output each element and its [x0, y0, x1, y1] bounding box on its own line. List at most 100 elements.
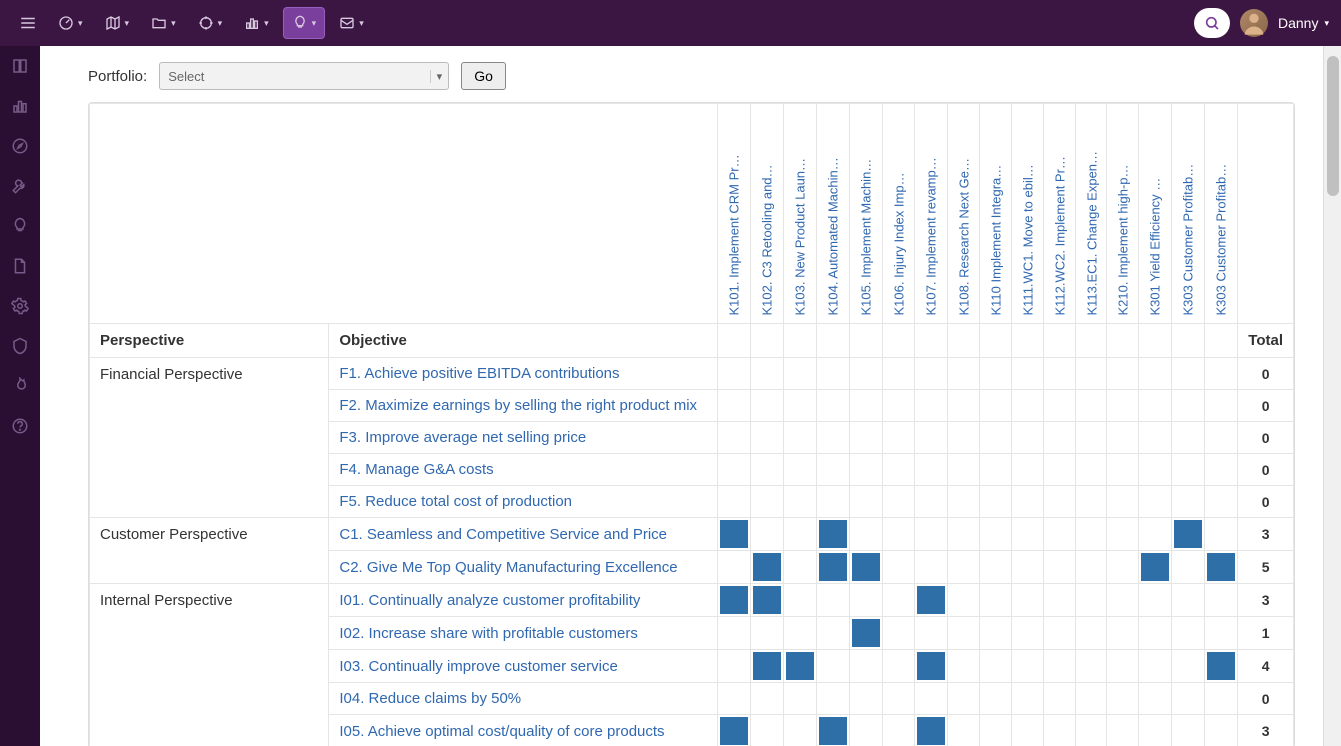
- mark-cell[interactable]: [1107, 683, 1139, 715]
- avatar[interactable]: [1240, 9, 1268, 37]
- mark-cell[interactable]: [915, 715, 948, 746]
- mark-cell[interactable]: [1075, 715, 1107, 746]
- mark-cell[interactable]: [1075, 454, 1107, 486]
- column-header[interactable]: K111.WC1. Move to ebil…: [1011, 104, 1043, 324]
- mark-cell[interactable]: [1139, 551, 1172, 584]
- mark-cell[interactable]: [751, 358, 784, 390]
- mark-cell[interactable]: [784, 617, 817, 650]
- mark-cell[interactable]: [948, 683, 980, 715]
- mark-cell[interactable]: [1107, 518, 1139, 551]
- mark-cell[interactable]: [1011, 617, 1043, 650]
- objective-link[interactable]: I05. Achieve optimal cost/quality of cor…: [339, 723, 664, 740]
- mark-cell[interactable]: [1139, 358, 1172, 390]
- mark-cell[interactable]: [1139, 454, 1172, 486]
- sidebar-gear-icon[interactable]: [0, 286, 40, 326]
- mark-cell[interactable]: [1011, 683, 1043, 715]
- mark-cell[interactable]: [751, 486, 784, 518]
- mark-cell[interactable]: [751, 584, 784, 617]
- mark-cell[interactable]: [1172, 422, 1205, 454]
- mark-cell[interactable]: [979, 683, 1011, 715]
- objective-link[interactable]: F4. Manage G&A costs: [339, 461, 493, 478]
- mark-cell[interactable]: [850, 650, 883, 683]
- mark-cell[interactable]: [1205, 715, 1238, 746]
- mark-cell[interactable]: [718, 454, 751, 486]
- mark-cell[interactable]: [850, 518, 883, 551]
- mark-cell[interactable]: [1075, 422, 1107, 454]
- mark-cell[interactable]: [1011, 584, 1043, 617]
- mark-cell[interactable]: [915, 683, 948, 715]
- mark-cell[interactable]: [1172, 715, 1205, 746]
- mark-cell[interactable]: [915, 454, 948, 486]
- mark-cell[interactable]: [784, 683, 817, 715]
- mark-cell[interactable]: [751, 422, 784, 454]
- sidebar-home-icon[interactable]: [0, 46, 40, 86]
- mark-cell[interactable]: [718, 358, 751, 390]
- mark-cell[interactable]: [718, 650, 751, 683]
- mark-cell[interactable]: [718, 617, 751, 650]
- mark-cell[interactable]: [850, 551, 883, 584]
- mark-cell[interactable]: [784, 454, 817, 486]
- mark-cell[interactable]: [1107, 715, 1139, 746]
- mark-cell[interactable]: [883, 584, 915, 617]
- mark-cell[interactable]: [784, 486, 817, 518]
- mark-cell[interactable]: [1205, 650, 1238, 683]
- nav-chart-button[interactable]: ▾: [236, 7, 277, 39]
- mark-cell[interactable]: [1043, 584, 1075, 617]
- mark-cell[interactable]: [784, 422, 817, 454]
- mark-cell[interactable]: [1107, 390, 1139, 422]
- objective-link[interactable]: C2. Give Me Top Quality Manufacturing Ex…: [339, 559, 677, 576]
- mark-cell[interactable]: [1139, 518, 1172, 551]
- column-header[interactable]: K108. Research Next Ge…: [948, 104, 980, 324]
- mark-cell[interactable]: [1139, 650, 1172, 683]
- mark-cell[interactable]: [1205, 551, 1238, 584]
- mark-cell[interactable]: [948, 422, 980, 454]
- sidebar-compass-icon[interactable]: [0, 126, 40, 166]
- objective-link[interactable]: I03. Continually improve customer servic…: [339, 658, 617, 675]
- mark-cell[interactable]: [1172, 454, 1205, 486]
- mark-cell[interactable]: [1043, 422, 1075, 454]
- objective-link[interactable]: F3. Improve average net selling price: [339, 429, 586, 446]
- mark-cell[interactable]: [718, 551, 751, 584]
- mark-cell[interactable]: [883, 454, 915, 486]
- mark-cell[interactable]: [850, 486, 883, 518]
- column-header[interactable]: K101. Implement CRM Pr…: [718, 104, 751, 324]
- mark-cell[interactable]: [784, 650, 817, 683]
- mark-cell[interactable]: [948, 584, 980, 617]
- mark-cell[interactable]: [718, 390, 751, 422]
- mark-cell[interactable]: [948, 358, 980, 390]
- sidebar-help-icon[interactable]: [0, 406, 40, 446]
- mark-cell[interactable]: [850, 715, 883, 746]
- sidebar-bulb-icon[interactable]: [0, 206, 40, 246]
- mark-cell[interactable]: [1107, 422, 1139, 454]
- mark-cell[interactable]: [1107, 551, 1139, 584]
- mark-cell[interactable]: [948, 650, 980, 683]
- mark-cell[interactable]: [1172, 551, 1205, 584]
- mark-cell[interactable]: [751, 454, 784, 486]
- mark-cell[interactable]: [1011, 358, 1043, 390]
- mark-cell[interactable]: [850, 683, 883, 715]
- mark-cell[interactable]: [883, 683, 915, 715]
- user-menu[interactable]: Danny ▾: [1278, 15, 1329, 31]
- mark-cell[interactable]: [850, 390, 883, 422]
- mark-cell[interactable]: [850, 584, 883, 617]
- mark-cell[interactable]: [1205, 683, 1238, 715]
- menu-toggle-button[interactable]: [12, 7, 44, 39]
- mark-cell[interactable]: [1011, 551, 1043, 584]
- column-header[interactable]: K107. Implement revamp…: [915, 104, 948, 324]
- mark-cell[interactable]: [1011, 715, 1043, 746]
- mark-cell[interactable]: [1075, 551, 1107, 584]
- mark-cell[interactable]: [850, 617, 883, 650]
- mark-cell[interactable]: [718, 486, 751, 518]
- objective-link[interactable]: F5. Reduce total cost of production: [339, 493, 572, 510]
- mark-cell[interactable]: [948, 454, 980, 486]
- nav-idea-button[interactable]: ▾: [283, 7, 326, 39]
- mark-cell[interactable]: [883, 617, 915, 650]
- mark-cell[interactable]: [1011, 518, 1043, 551]
- mark-cell[interactable]: [1172, 650, 1205, 683]
- mark-cell[interactable]: [1107, 617, 1139, 650]
- mark-cell[interactable]: [883, 715, 915, 746]
- objective-link[interactable]: I02. Increase share with profitable cust…: [339, 625, 637, 642]
- column-header[interactable]: K105. Implement Machin…: [850, 104, 883, 324]
- mark-cell[interactable]: [718, 584, 751, 617]
- mark-cell[interactable]: [1075, 683, 1107, 715]
